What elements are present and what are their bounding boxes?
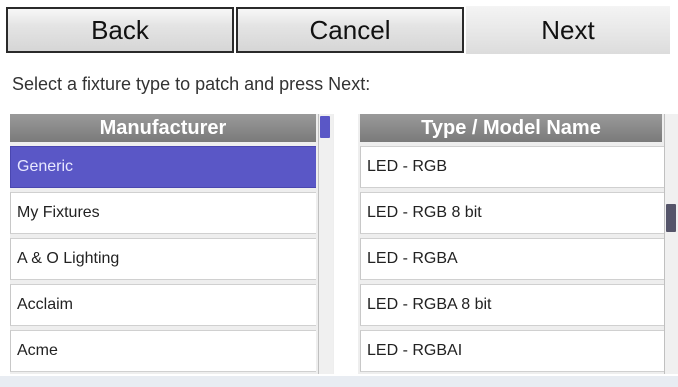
- cancel-button[interactable]: Cancel: [236, 7, 464, 53]
- next-button[interactable]: Next: [466, 6, 670, 54]
- type-item-led-rgb[interactable]: LED - RGB: [360, 146, 664, 188]
- manufacturer-scrollbar[interactable]: [318, 114, 333, 374]
- manufacturer-item-acme[interactable]: Acme: [10, 330, 316, 372]
- manufacturer-item-acclaim[interactable]: Acclaim: [10, 284, 316, 326]
- type-model-list: Type / Model Name LED - RGB LED - RGB 8 …: [358, 114, 678, 374]
- type-item-led-rgba[interactable]: LED - RGBA: [360, 238, 664, 280]
- type-item-led-rgbai[interactable]: LED - RGBAI: [360, 330, 664, 372]
- type-model-scrollbar[interactable]: [664, 114, 678, 374]
- bottom-divider: [0, 376, 678, 387]
- manufacturer-list: Manufacturer Generic My Fixtures A & O L…: [10, 114, 334, 374]
- manufacturer-item-my-fixtures[interactable]: My Fixtures: [10, 192, 316, 234]
- manufacturer-item-a-o-lighting[interactable]: A & O Lighting: [10, 238, 316, 280]
- toolbar: Back Cancel Next: [6, 6, 670, 54]
- type-model-scrollbar-thumb[interactable]: [666, 204, 676, 232]
- manufacturer-list-header: Manufacturer: [10, 114, 316, 142]
- manufacturer-item-generic[interactable]: Generic: [10, 146, 316, 188]
- instruction-text: Select a fixture type to patch and press…: [12, 74, 371, 94]
- type-item-led-rgba-8bit[interactable]: LED - RGBA 8 bit: [360, 284, 664, 326]
- back-button[interactable]: Back: [6, 7, 234, 53]
- type-model-list-header: Type / Model Name: [360, 114, 662, 142]
- manufacturer-scrollbar-thumb[interactable]: [320, 116, 330, 138]
- type-item-led-rgb-8bit[interactable]: LED - RGB 8 bit: [360, 192, 664, 234]
